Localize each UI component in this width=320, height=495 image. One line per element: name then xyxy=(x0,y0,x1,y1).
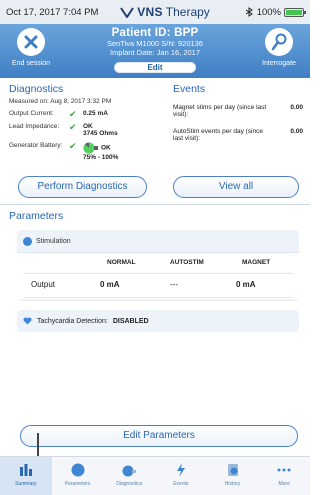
summary-icon xyxy=(19,464,32,476)
stimulation-header: Stimulation xyxy=(17,230,299,252)
parameters-title: Parameters xyxy=(9,210,64,222)
measured-on: Measured on: Aug 8, 2017 3:32 PM xyxy=(9,98,112,105)
perform-diagnostics-button[interactable]: Perform Diagnostics xyxy=(18,176,147,198)
battery-gauge-icon xyxy=(83,142,98,154)
table-divider xyxy=(23,297,293,298)
autostim-row: AutoStim events per day (since last visi… xyxy=(173,128,303,142)
tab-more[interactable]: More xyxy=(258,457,310,495)
table-cell: --- xyxy=(170,280,178,289)
patient-info: Patient ID: BPP SenTiva M1000 S/N: 92013… xyxy=(60,27,250,75)
vns-logo-icon xyxy=(120,7,135,18)
more-icon xyxy=(277,468,291,472)
end-session-button[interactable]: End session xyxy=(3,28,59,67)
lightning-icon xyxy=(176,463,185,477)
stimulation-card: Stimulation NORMAL AUTOSTIM MAGNET Outpu… xyxy=(17,230,299,301)
stimulation-table: NORMAL AUTOSTIM MAGNET Output 0 mA --- 0… xyxy=(17,252,299,299)
column-header: AUTOSTIM xyxy=(170,259,204,266)
tab-diagnostics[interactable]: Diagnostics xyxy=(103,457,155,495)
tachycardia-label: Tachycardia Detection: xyxy=(37,317,108,325)
implant-date: Implant Date: Jan 16, 2017 xyxy=(109,48,201,57)
battery-icon xyxy=(284,7,306,17)
bluetooth-icon xyxy=(245,7,253,17)
row-label: Output xyxy=(31,280,56,289)
table-cell: 0 mA xyxy=(100,280,120,289)
tab-parameters[interactable]: Parameters xyxy=(52,457,104,495)
parameters-icon xyxy=(71,463,84,477)
diagnostics-title: Diagnostics xyxy=(9,83,64,95)
brand-logo: VNS Therapy xyxy=(106,5,224,19)
wand-icon xyxy=(265,28,293,56)
end-session-label: End session xyxy=(11,60,51,67)
events-panel: Events Magnet stims per day (since last … xyxy=(173,83,303,142)
close-icon xyxy=(17,28,45,56)
edit-parameters-button[interactable]: Edit Parameters xyxy=(20,425,298,447)
tab-summary[interactable]: Summary xyxy=(0,457,52,495)
app-header: End session Patient ID: BPP SenTiva M100… xyxy=(0,24,310,78)
history-icon xyxy=(227,464,238,476)
lead-impedance-row: Lead Impedance: ✔ OK 3745 Ohms xyxy=(9,122,118,138)
table-cell: 0 mA xyxy=(236,280,256,289)
check-icon: ✔ xyxy=(69,141,77,151)
diagnostics-panel: Diagnostics Measured on: Aug 8, 2017 3:3… xyxy=(9,83,159,161)
tab-events[interactable]: Events xyxy=(155,457,207,495)
edit-patient-button[interactable]: Edit xyxy=(114,62,196,73)
column-header: MAGNET xyxy=(242,259,271,266)
status-right: 100% xyxy=(224,6,306,18)
diagnostics-icon xyxy=(122,465,137,477)
tab-history[interactable]: History xyxy=(207,457,259,495)
status-time: Oct 17, 2017 7:04 PM xyxy=(6,6,99,18)
interrogate-button[interactable]: Interrogate xyxy=(251,28,307,67)
column-header: NORMAL xyxy=(107,259,136,266)
check-icon: ✔ xyxy=(69,109,77,119)
interrogate-label: Interrogate xyxy=(262,60,296,67)
tachycardia-card: Tachycardia Detection: DISABLED xyxy=(17,310,299,332)
divider xyxy=(0,204,310,205)
view-all-events-button[interactable]: View all xyxy=(173,176,299,198)
output-current-row: Output Current: ✔ 0.25 mA xyxy=(9,109,108,119)
status-bar: Oct 17, 2017 7:04 PM VNS Therapy 100% xyxy=(0,0,310,24)
magnet-stims-row: Magnet stims per day (since last visit):… xyxy=(173,104,303,118)
tachycardia-value: DISABLED xyxy=(112,317,149,325)
patient-id: Patient ID: BPP xyxy=(111,27,199,39)
device-serial: SenTiva M1000 S/N: 920136 xyxy=(106,39,204,48)
tab-bar: Summary Parameters Diagnostics Events Hi… xyxy=(0,456,310,495)
battery-percent: 100% xyxy=(256,6,281,18)
check-icon: ✔ xyxy=(69,122,77,132)
battery-row: Generator Battery: ✔ OK 75% - 100% xyxy=(9,141,119,162)
events-title: Events xyxy=(173,83,206,95)
stimulation-icon xyxy=(23,236,32,246)
heart-icon xyxy=(23,317,32,325)
table-divider xyxy=(23,273,293,274)
